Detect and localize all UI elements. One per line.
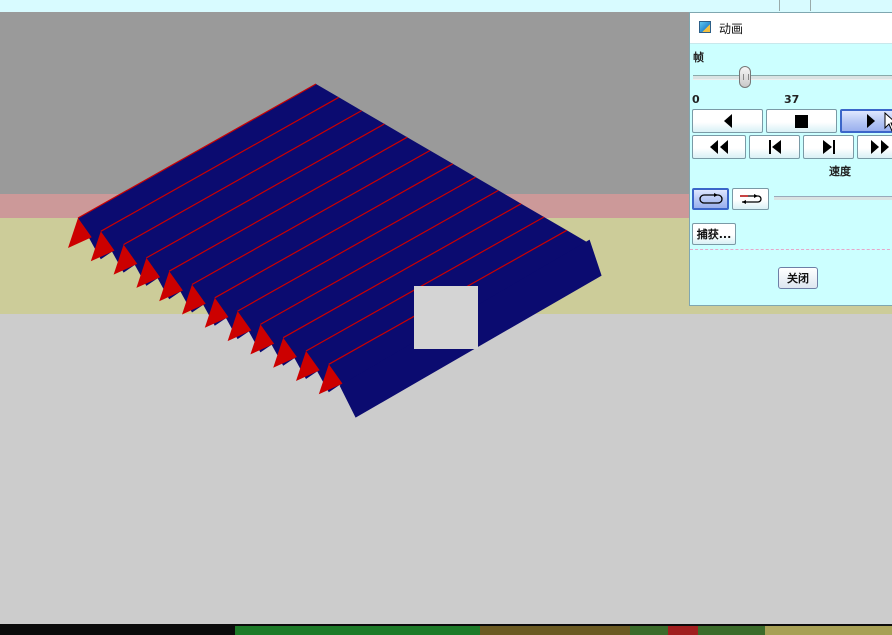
top-strip-divider xyxy=(779,0,780,11)
close-button[interactable]: 关闭 xyxy=(778,267,818,289)
double-triangle-right-icon xyxy=(871,140,889,154)
app-window-icon xyxy=(699,21,711,33)
bottom-taskbar xyxy=(0,624,892,635)
frame-min-label: 0 xyxy=(692,93,700,106)
frame-label: 帧 xyxy=(693,51,704,64)
triangle-right-icon xyxy=(867,114,875,128)
taskbar-segment-green xyxy=(235,626,480,635)
mouse-pointer-icon xyxy=(884,112,892,132)
fast-back-button[interactable] xyxy=(692,135,746,159)
skip-to-end-button[interactable] xyxy=(803,135,854,159)
taskbar-segment-red xyxy=(668,626,698,635)
bounce-icon xyxy=(739,194,762,204)
bounce-button[interactable] xyxy=(732,188,769,210)
capture-button[interactable]: 捕获... xyxy=(692,223,736,245)
speed-slider-track[interactable] xyxy=(774,196,892,200)
section-divider xyxy=(690,249,892,250)
taskbar-segment-olive xyxy=(480,626,630,635)
stop-square-icon xyxy=(795,114,808,128)
double-triangle-left-icon xyxy=(710,140,728,154)
step-back-button[interactable] xyxy=(692,109,763,133)
top-strip-divider xyxy=(810,0,811,11)
taskbar-segment-khaki xyxy=(765,626,892,635)
animation-panel: 动画 帧 0 37 速度 捕获... 关闭 xyxy=(689,12,892,306)
skip-to-start-icon xyxy=(768,140,781,154)
panel-title: 动画 xyxy=(719,22,744,36)
loop-icon xyxy=(698,193,723,204)
frame-slider-track[interactable] xyxy=(693,75,892,80)
speed-label: 速度 xyxy=(829,165,851,178)
fast-forward-button[interactable] xyxy=(857,135,892,159)
loop-button[interactable] xyxy=(692,188,729,210)
skip-to-start-button[interactable] xyxy=(749,135,800,159)
frame-slider-thumb[interactable] xyxy=(738,66,751,88)
stop-button[interactable] xyxy=(766,109,837,133)
skip-to-end-icon xyxy=(822,140,835,154)
frame-current-label: 37 xyxy=(784,93,800,106)
panel-titlebar: 动画 xyxy=(690,13,892,44)
scene-light-square xyxy=(414,286,478,349)
triangle-left-icon xyxy=(723,114,732,128)
